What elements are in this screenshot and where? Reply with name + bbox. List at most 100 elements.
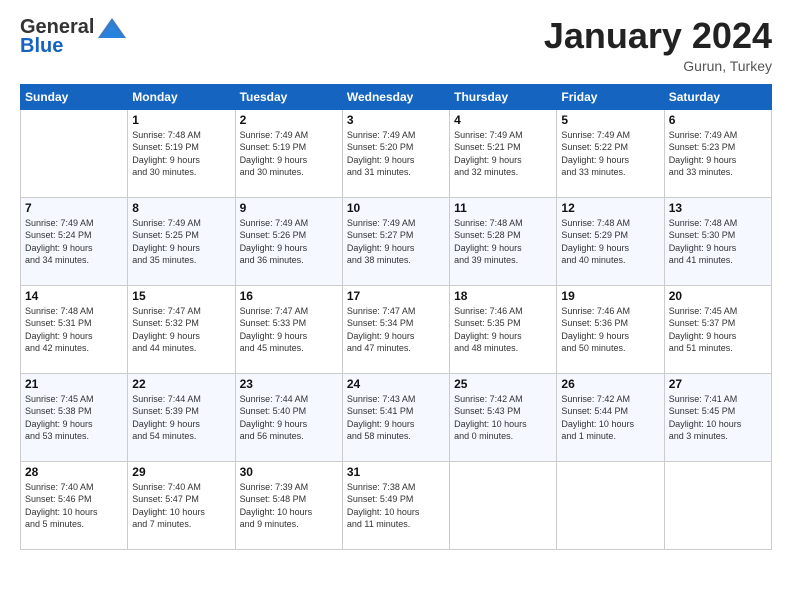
calendar-cell: 6Sunrise: 7:49 AMSunset: 5:23 PMDaylight… — [664, 109, 771, 197]
day-number: 21 — [25, 377, 123, 391]
day-info: Sunrise: 7:48 AMSunset: 5:19 PMDaylight:… — [132, 129, 230, 179]
day-info: Sunrise: 7:48 AMSunset: 5:30 PMDaylight:… — [669, 217, 767, 267]
calendar-cell: 22 Sunrise: 7:44 AMSunset: 5:39 PMDayligh… — [128, 373, 235, 461]
calendar-cell: 28 Sunrise: 7:40 AMSunset: 5:46 PMDayligh… — [21, 461, 128, 549]
day-number: 16 — [240, 289, 338, 303]
calendar-cell: 9 Sunrise: 7:49 AMSunset: 5:26 PMDaylight… — [235, 197, 342, 285]
day-number: 9 — [240, 201, 338, 215]
calendar-cell: 1 Sunrise: 7:48 AMSunset: 5:19 PMDaylight… — [128, 109, 235, 197]
day-info: Sunrise: 7:40 AMSunset: 5:47 PMDaylight:… — [132, 481, 230, 531]
day-info: Sunrise: 7:41 AMSunset: 5:45 PMDaylight:… — [669, 393, 767, 443]
calendar-cell: 11 Sunrise: 7:48 AMSunset: 5:28 PMDayligh… — [450, 197, 557, 285]
day-info: Sunrise: 7:49 AMSunset: 5:22 PMDaylight:… — [561, 129, 659, 179]
day-number: 13 — [669, 201, 767, 215]
day-info: Sunrise: 7:44 AMSunset: 5:39 PMDaylight:… — [132, 393, 230, 443]
calendar-cell: 17 Sunrise: 7:47 AMSunset: 5:34 PMDayligh… — [342, 285, 449, 373]
day-info: Sunrise: 7:48 AMSunset: 5:28 PMDaylight:… — [454, 217, 552, 267]
day-info: Sunrise: 7:47 AMSunset: 5:33 PMDaylight:… — [240, 305, 338, 355]
calendar-header-friday: Friday — [557, 84, 664, 109]
day-number: 17 — [347, 289, 445, 303]
calendar-table: SundayMondayTuesdayWednesdayThursdayFrid… — [20, 84, 772, 550]
day-number: 26 — [561, 377, 659, 391]
day-number: 19 — [561, 289, 659, 303]
calendar-cell: 23 Sunrise: 7:44 AMSunset: 5:40 PMDayligh… — [235, 373, 342, 461]
day-info: Sunrise: 7:43 AMSunset: 5:41 PMDaylight:… — [347, 393, 445, 443]
day-info: Sunrise: 7:49 AMSunset: 5:21 PMDaylight:… — [454, 129, 552, 179]
calendar-cell: 7Sunrise: 7:49 AMSunset: 5:24 PMDaylight… — [21, 197, 128, 285]
calendar-cell: 10 Sunrise: 7:49 AMSunset: 5:27 PMDayligh… — [342, 197, 449, 285]
day-number: 2 — [240, 113, 338, 127]
logo-blue-text: Blue — [20, 35, 63, 57]
calendar-cell: 27 Sunrise: 7:41 AMSunset: 5:45 PMDayligh… — [664, 373, 771, 461]
day-number: 4 — [454, 113, 552, 127]
day-number: 22 — [132, 377, 230, 391]
calendar-cell — [21, 109, 128, 197]
calendar-cell: 2 Sunrise: 7:49 AMSunset: 5:19 PMDaylight… — [235, 109, 342, 197]
day-number: 5 — [561, 113, 659, 127]
day-number: 3 — [347, 113, 445, 127]
day-info: Sunrise: 7:45 AMSunset: 5:37 PMDaylight:… — [669, 305, 767, 355]
day-info: Sunrise: 7:49 AMSunset: 5:19 PMDaylight:… — [240, 129, 338, 179]
calendar-cell: 19Sunrise: 7:46 AMSunset: 5:36 PMDayligh… — [557, 285, 664, 373]
day-number: 23 — [240, 377, 338, 391]
day-number: 11 — [454, 201, 552, 215]
day-info: Sunrise: 7:49 AMSunset: 5:27 PMDaylight:… — [347, 217, 445, 267]
day-info: Sunrise: 7:49 AMSunset: 5:25 PMDaylight:… — [132, 217, 230, 267]
calendar-cell: 15Sunrise: 7:47 AMSunset: 5:32 PMDayligh… — [128, 285, 235, 373]
day-info: Sunrise: 7:47 AMSunset: 5:34 PMDaylight:… — [347, 305, 445, 355]
calendar-header-monday: Monday — [128, 84, 235, 109]
calendar-week-3: 14 Sunrise: 7:48 AMSunset: 5:31 PMDayligh… — [21, 285, 772, 373]
day-number: 28 — [25, 465, 123, 479]
day-info: Sunrise: 7:49 AMSunset: 5:24 PMDaylight:… — [25, 217, 123, 267]
day-info: Sunrise: 7:42 AMSunset: 5:44 PMDaylight:… — [561, 393, 659, 443]
calendar-cell: 16 Sunrise: 7:47 AMSunset: 5:33 PMDayligh… — [235, 285, 342, 373]
day-number: 1 — [132, 113, 230, 127]
calendar-week-2: 7Sunrise: 7:49 AMSunset: 5:24 PMDaylight… — [21, 197, 772, 285]
day-info: Sunrise: 7:48 AMSunset: 5:31 PMDaylight:… — [25, 305, 123, 355]
calendar-week-4: 21 Sunrise: 7:45 AMSunset: 5:38 PMDayligh… — [21, 373, 772, 461]
day-number: 6 — [669, 113, 767, 127]
month-title: January 2024 — [544, 16, 772, 56]
day-number: 10 — [347, 201, 445, 215]
day-info: Sunrise: 7:39 AMSunset: 5:48 PMDaylight:… — [240, 481, 338, 531]
calendar-cell: 31 Sunrise: 7:38 AMSunset: 5:49 PMDayligh… — [342, 461, 449, 549]
calendar-cell: 13 Sunrise: 7:48 AMSunset: 5:30 PMDayligh… — [664, 197, 771, 285]
day-number: 24 — [347, 377, 445, 391]
day-info: Sunrise: 7:49 AMSunset: 5:20 PMDaylight:… — [347, 129, 445, 179]
calendar-cell: 24 Sunrise: 7:43 AMSunset: 5:41 PMDayligh… — [342, 373, 449, 461]
day-info: Sunrise: 7:48 AMSunset: 5:29 PMDaylight:… — [561, 217, 659, 267]
title-area: January 2024 Gurun, Turkey — [544, 16, 772, 74]
day-info: Sunrise: 7:44 AMSunset: 5:40 PMDaylight:… — [240, 393, 338, 443]
day-number: 30 — [240, 465, 338, 479]
day-number: 25 — [454, 377, 552, 391]
day-number: 14 — [25, 289, 123, 303]
calendar-header-tuesday: Tuesday — [235, 84, 342, 109]
calendar-cell — [557, 461, 664, 549]
day-info: Sunrise: 7:38 AMSunset: 5:49 PMDaylight:… — [347, 481, 445, 531]
day-info: Sunrise: 7:49 AMSunset: 5:26 PMDaylight:… — [240, 217, 338, 267]
page: General Blue January 2024 Gurun, Turkey … — [0, 0, 792, 612]
day-info: Sunrise: 7:46 AMSunset: 5:35 PMDaylight:… — [454, 305, 552, 355]
day-number: 27 — [669, 377, 767, 391]
calendar-header-saturday: Saturday — [664, 84, 771, 109]
day-info: Sunrise: 7:42 AMSunset: 5:43 PMDaylight:… — [454, 393, 552, 443]
calendar-cell: 25 Sunrise: 7:42 AMSunset: 5:43 PMDayligh… — [450, 373, 557, 461]
day-info: Sunrise: 7:40 AMSunset: 5:46 PMDaylight:… — [25, 481, 123, 531]
calendar-header-wednesday: Wednesday — [342, 84, 449, 109]
calendar-cell: 14 Sunrise: 7:48 AMSunset: 5:31 PMDayligh… — [21, 285, 128, 373]
calendar-cell — [664, 461, 771, 549]
calendar-cell: 29 Sunrise: 7:40 AMSunset: 5:47 PMDayligh… — [128, 461, 235, 549]
day-info: Sunrise: 7:45 AMSunset: 5:38 PMDaylight:… — [25, 393, 123, 443]
header: General Blue January 2024 Gurun, Turkey — [20, 16, 772, 74]
calendar-header-thursday: Thursday — [450, 84, 557, 109]
calendar-cell — [450, 461, 557, 549]
day-number: 8 — [132, 201, 230, 215]
calendar-cell: 26 Sunrise: 7:42 AMSunset: 5:44 PMDayligh… — [557, 373, 664, 461]
logo: General Blue — [20, 16, 126, 58]
logo-icon — [98, 18, 126, 38]
calendar-cell: 20Sunrise: 7:45 AMSunset: 5:37 PMDayligh… — [664, 285, 771, 373]
calendar-week-1: 1 Sunrise: 7:48 AMSunset: 5:19 PMDaylight… — [21, 109, 772, 197]
day-number: 31 — [347, 465, 445, 479]
day-number: 29 — [132, 465, 230, 479]
calendar-cell: 8 Sunrise: 7:49 AMSunset: 5:25 PMDaylight… — [128, 197, 235, 285]
